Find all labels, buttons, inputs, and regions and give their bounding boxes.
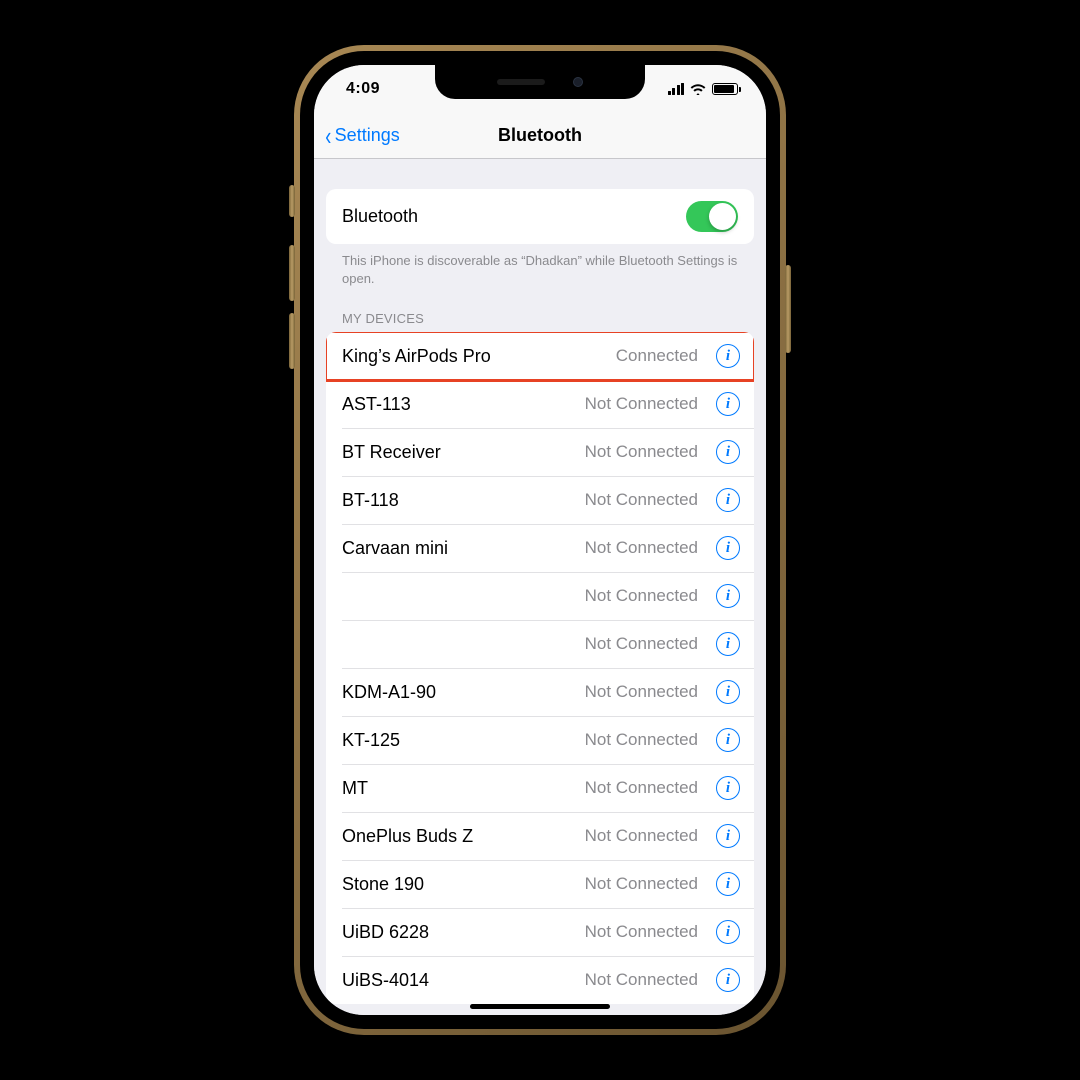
notch [435,65,645,99]
device-row[interactable]: UiBS-4014 Not Connected i [326,956,754,1004]
info-icon[interactable]: i [716,776,740,800]
home-indicator[interactable] [470,1004,610,1009]
device-name: BT-118 [342,490,575,511]
device-name: UiBD 6228 [342,922,575,943]
device-row[interactable]: UiBD 6228 Not Connected i [326,908,754,956]
device-row[interactable]: KT-125 Not Connected i [326,716,754,764]
device-status: Not Connected [585,634,698,654]
device-list: King’s AirPods Pro Connected i AST-113 Not C… [326,332,754,1004]
device-status: Not Connected [585,682,698,702]
nav-bar: ‹ Settings Bluetooth [314,113,766,159]
device-name: OnePlus Buds Z [342,826,575,847]
mute-switch [289,185,295,217]
device-status: Not Connected [585,730,698,750]
discoverable-footnote: This iPhone is discoverable as “Dhadkan”… [314,244,766,287]
info-icon[interactable]: i [716,536,740,560]
device-name: UiBS-4014 [342,970,575,991]
volume-down-button [289,313,295,369]
device-status: Not Connected [585,922,698,942]
device-row[interactable]: Carvaan mini Not Connected i [326,524,754,572]
screen: 4:09 ‹ Settings Bluetooth [314,65,766,1015]
battery-icon [712,83,738,95]
bluetooth-switch[interactable] [686,201,738,232]
device-name: Stone 190 [342,874,575,895]
info-icon[interactable]: i [716,920,740,944]
device-name: AST-113 [342,394,575,415]
device-name: King’s AirPods Pro [342,346,606,367]
device-status: Not Connected [585,586,698,606]
info-icon[interactable]: i [716,344,740,368]
wifi-icon [690,83,706,95]
device-row[interactable]: BT Receiver Not Connected i [326,428,754,476]
device-status: Connected [616,346,698,366]
cellular-signal-icon [668,83,685,95]
info-icon[interactable]: i [716,824,740,848]
device-row[interactable]: AST-113 Not Connected i [326,380,754,428]
device-status: Not Connected [585,970,698,990]
switch-knob [709,203,736,230]
chevron-left-icon: ‹ [325,123,331,149]
info-icon[interactable]: i [716,488,740,512]
device-name: BT Receiver [342,442,575,463]
phone-frame: 4:09 ‹ Settings Bluetooth [294,45,786,1035]
device-name: KT-125 [342,730,575,751]
toggle-label: Bluetooth [342,206,418,227]
info-icon[interactable]: i [716,632,740,656]
device-status: Not Connected [585,442,698,462]
device-row[interactable]: Not Connected i [326,572,754,620]
device-status: Not Connected [585,874,698,894]
info-icon[interactable]: i [716,584,740,608]
info-icon[interactable]: i [716,392,740,416]
device-name: KDM-A1-90 [342,682,575,703]
info-icon[interactable]: i [716,440,740,464]
power-button [785,265,791,353]
status-time: 4:09 [338,80,380,98]
device-status: Not Connected [585,490,698,510]
content-area: Bluetooth This iPhone is discoverable as… [314,159,766,1015]
device-status: Not Connected [585,826,698,846]
bluetooth-toggle-row[interactable]: Bluetooth [326,189,754,244]
device-name: MT [342,778,575,799]
info-icon[interactable]: i [716,680,740,704]
info-icon[interactable]: i [716,968,740,992]
device-status: Not Connected [585,778,698,798]
back-button[interactable]: ‹ Settings [314,123,400,149]
back-label: Settings [335,125,400,146]
info-icon[interactable]: i [716,872,740,896]
info-icon[interactable]: i [716,728,740,752]
device-row[interactable]: Not Connected i [326,620,754,668]
volume-up-button [289,245,295,301]
section-header-my-devices: MY DEVICES [314,287,766,332]
device-row[interactable]: Stone 190 Not Connected i [326,860,754,908]
device-row[interactable]: OnePlus Buds Z Not Connected i [326,812,754,860]
device-row[interactable]: BT-118 Not Connected i [326,476,754,524]
device-name: Carvaan mini [342,538,575,559]
device-row[interactable]: KDM-A1-90 Not Connected i [326,668,754,716]
device-row[interactable]: King’s AirPods Pro Connected i [326,332,754,380]
device-row[interactable]: MT Not Connected i [326,764,754,812]
device-status: Not Connected [585,538,698,558]
device-status: Not Connected [585,394,698,414]
